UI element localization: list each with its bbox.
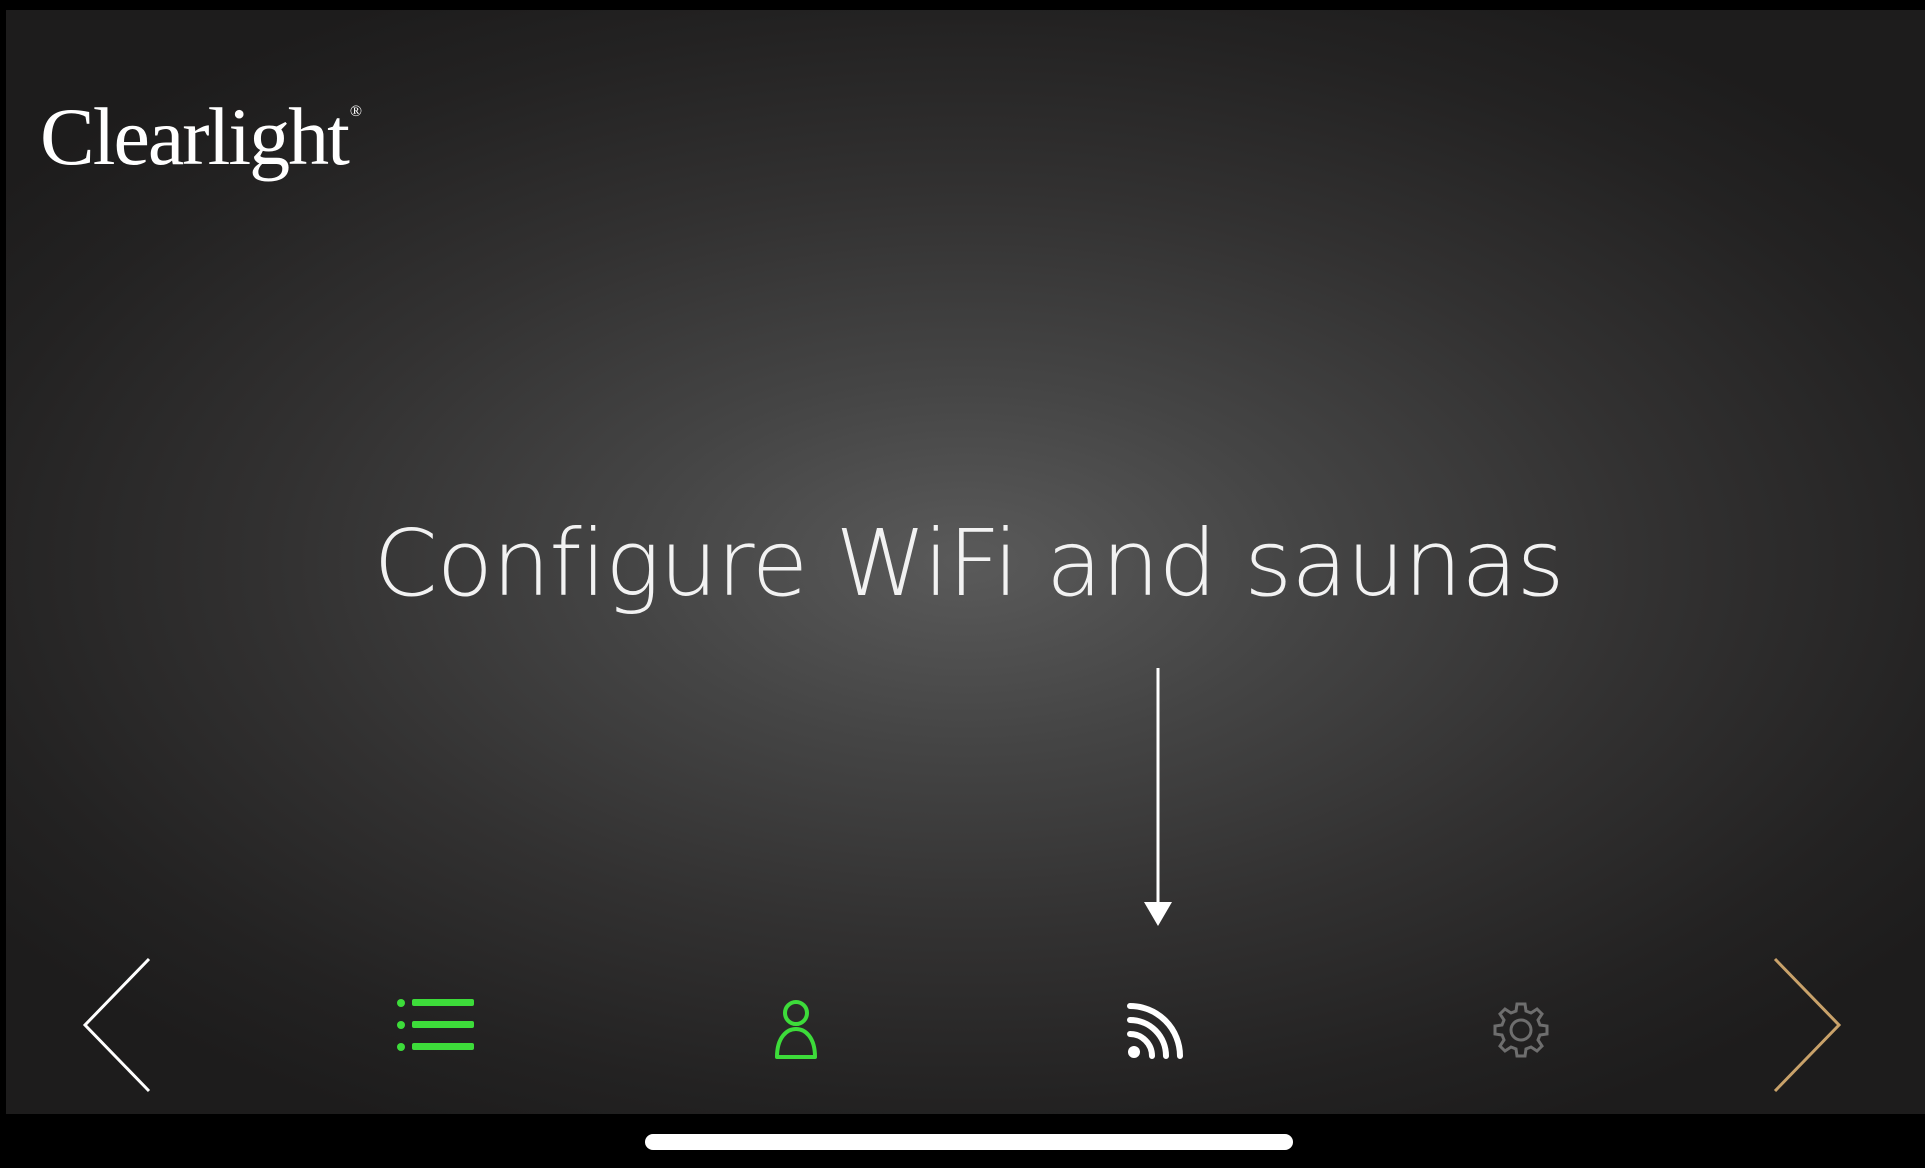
chevron-left-icon: [82, 957, 151, 1093]
home-indicator[interactable]: [645, 1134, 1293, 1150]
wifi-icon: [1127, 1003, 1183, 1059]
list-icon: [397, 999, 474, 1051]
settings-button[interactable]: [1471, 980, 1571, 1080]
arrow-down-icon: [1144, 668, 1172, 926]
previous-button[interactable]: [76, 955, 156, 1095]
bottom-nav-bar: [6, 940, 1925, 1100]
device-screen: Clearlight ® Configure WiFi and saunas: [0, 0, 1925, 1168]
wifi-configure-button[interactable]: [1106, 980, 1206, 1080]
gear-icon: [1493, 1002, 1549, 1058]
app-view: Clearlight ® Configure WiFi and saunas: [6, 10, 1925, 1114]
saunas-list-button[interactable]: [386, 980, 486, 1070]
registered-mark: ®: [349, 103, 363, 120]
profile-button[interactable]: [751, 980, 841, 1080]
chevron-right-icon: [1773, 957, 1842, 1093]
user-icon: [775, 1000, 817, 1059]
next-button[interactable]: [1768, 955, 1848, 1095]
tutorial-caption: Configure WiFi and saunas: [373, 510, 1564, 617]
logo-text: Clearlight: [40, 91, 350, 182]
clearlight-logo: Clearlight ®: [40, 96, 363, 178]
